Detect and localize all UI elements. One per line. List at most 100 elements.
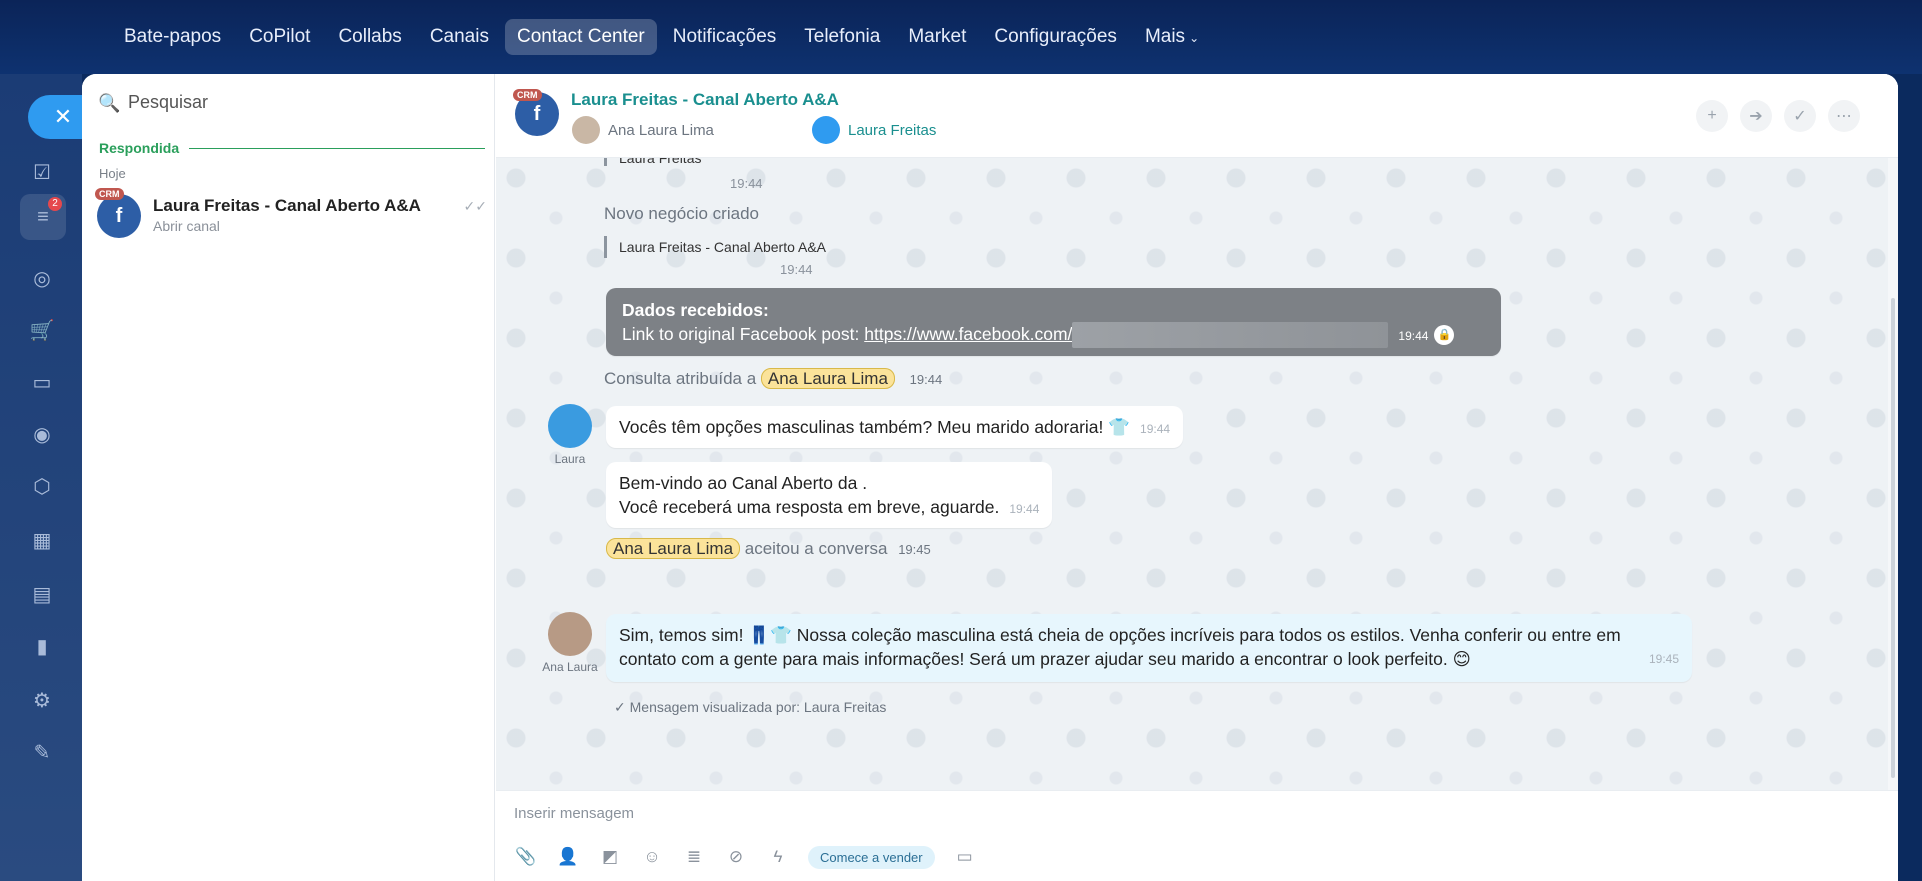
tasks-icon[interactable]: ☑ — [26, 156, 58, 188]
deal-quote[interactable]: Laura Freitas - Canal Aberto A&A — [604, 236, 826, 258]
robot-icon[interactable]: ◉ — [26, 418, 58, 450]
seen-status: ✓ Mensagem visualizada por: Laura Freita… — [614, 699, 886, 716]
section-label: Respondida — [99, 140, 180, 156]
nav-copilot[interactable]: CoPilot — [237, 19, 322, 55]
notification-badge: 2 — [48, 197, 62, 211]
sender-name: Ana Laura — [542, 660, 598, 674]
more-icon[interactable]: ⋯ — [1828, 100, 1860, 132]
member-client[interactable]: Laura Freitas — [812, 116, 936, 144]
crm-badge: CRM — [513, 89, 542, 101]
timestamp: 19:44 — [1398, 329, 1429, 343]
left-rail: ☑ ≡ 2 ◎ 🛒 ▭ ◉ ⬡ ▦ ▤ ▮ ⚙ ✎ — [0, 74, 82, 881]
timestamp: 19:44 — [1140, 422, 1171, 436]
target-icon[interactable]: ◎ — [26, 262, 58, 294]
message-composer: 📎 👤 ◩ ☺ ≣ ⊘ ϟ Comece a vender ▭ — [496, 790, 1898, 881]
assigned-prefix: Consulta atribuída a — [604, 369, 757, 388]
box-icon[interactable]: ⬡ — [26, 470, 58, 502]
screen-icon[interactable]: ▭ — [953, 845, 977, 869]
user-icon[interactable]: 👤 — [556, 845, 580, 869]
form-icon[interactable]: ≣ — [682, 845, 706, 869]
forward-icon[interactable]: ➔ — [1740, 100, 1772, 132]
contact-center-icon[interactable]: ≡ 2 — [20, 194, 66, 240]
sender-name: Laura — [554, 452, 586, 466]
assigned-operator[interactable]: Ana Laura Lima — [760, 368, 895, 389]
data-title: Dados recebidos: — [622, 300, 769, 320]
timestamp: 19:44 — [780, 262, 813, 277]
nav-bate-papos[interactable]: Bate-papos — [112, 19, 233, 55]
nav-market[interactable]: Market — [896, 19, 978, 55]
crm-badge: CRM — [95, 188, 124, 200]
main-nav: Bate-papos CoPilot Collabs Canais Contac… — [112, 19, 1211, 55]
building-icon[interactable]: ▦ — [26, 524, 58, 556]
accepted-text: aceitou a conversa — [744, 539, 888, 558]
message-feed[interactable]: Laura Freitas 19:44 Novo negócio criado … — [496, 158, 1888, 790]
client-avatar[interactable] — [548, 404, 592, 448]
welcome-message: Bem-vindo ao Canal Aberto da . Você rece… — [606, 462, 1053, 528]
check-icon: ✓ — [614, 699, 630, 715]
start-selling-button[interactable]: Comece a vender — [808, 845, 935, 869]
search-bar: 🔍 — [98, 92, 428, 113]
conversation-item[interactable]: f CRM Laura Freitas - Canal Aberto A&A A… — [95, 188, 487, 238]
chat-header: f CRM Laura Freitas - Canal Aberto A&A A… — [496, 74, 1898, 158]
new-deal-label: Novo negócio criado — [604, 204, 759, 223]
facebook-post-link[interactable]: https://www.facebook.com/ — [864, 324, 1072, 344]
agent-avatar[interactable] — [548, 612, 592, 656]
redacted-link-text — [1072, 322, 1389, 349]
message-input[interactable] — [514, 805, 1314, 822]
document-icon[interactable]: ✎ — [26, 736, 58, 768]
timestamp: 19:44 — [1009, 502, 1040, 516]
avatar — [812, 116, 840, 144]
nav-collabs[interactable]: Collabs — [326, 19, 413, 55]
accepted-line: Ana Laura Lima aceitou a conversa 19:45 — [606, 538, 931, 559]
timestamp: 19:45 — [898, 542, 931, 557]
read-check-icon: ✓✓ — [463, 198, 487, 214]
check-circle-icon[interactable]: ✓ — [1784, 100, 1816, 132]
template-icon[interactable]: ◩ — [598, 845, 622, 869]
message-text: Vocês têm opções masculinas também? Meu … — [619, 417, 1131, 437]
message-line: Sim, temos sim! 👖👕 Nossa coleção masculi… — [619, 625, 1621, 645]
chat-area: f CRM Laura Freitas - Canal Aberto A&A A… — [496, 74, 1898, 881]
nav-mais-label: Mais — [1144, 26, 1186, 47]
quoted-text: Laura Freitas — [604, 158, 701, 166]
nav-mais[interactable]: Mais ⌄ — [1133, 19, 1211, 55]
nav-notificacoes[interactable]: Notificações — [661, 19, 789, 55]
lock-icon: 🔒 — [1434, 325, 1455, 346]
chevron-down-icon: ⌄ — [1189, 31, 1200, 45]
hide-icon[interactable]: ⊘ — [724, 845, 748, 869]
nav-configuracoes[interactable]: Configurações — [982, 19, 1129, 55]
client-message: Vocês têm opções masculinas também? Meu … — [606, 406, 1184, 448]
main-panel: 🔍 Respondida Hoje f CRM Laura Freitas - … — [82, 74, 1898, 881]
message-line: Bem-vindo ao Canal Aberto da . — [619, 473, 868, 493]
message-line: Você receberá uma resposta em breve, agu… — [619, 497, 1000, 517]
data-link-prefix: Link to original Facebook post: — [622, 324, 865, 344]
scroll-thumb[interactable] — [1891, 298, 1895, 778]
close-button[interactable]: ✕ — [28, 95, 84, 139]
conversation-list: 🔍 Respondida Hoje f CRM Laura Freitas - … — [82, 74, 495, 881]
timestamp: 19:44 — [909, 372, 943, 387]
data-received-bubble: Dados recebidos: Link to original Facebo… — [606, 288, 1501, 356]
member-operator[interactable]: Ana Laura Lima — [572, 116, 714, 144]
card-icon[interactable]: ▭ — [26, 366, 58, 398]
nav-telefonia[interactable]: Telefonia — [792, 19, 892, 55]
calendar-icon[interactable]: ▤ — [26, 578, 58, 610]
section-divider — [189, 147, 485, 149]
chart-icon[interactable]: ▮ — [26, 630, 58, 662]
emoji-icon[interactable]: ☺ — [640, 845, 664, 869]
search-input[interactable] — [128, 92, 428, 113]
conversation-title: Laura Freitas - Canal Aberto A&A — [153, 196, 421, 215]
settings-icon[interactable]: ⚙ — [26, 684, 58, 716]
timestamp: 19:45 — [1648, 652, 1679, 666]
agent-message: Sim, temos sim! 👖👕 Nossa coleção masculi… — [606, 614, 1692, 682]
cart-icon[interactable]: 🛒 — [26, 314, 58, 346]
nav-contact-center[interactable]: Contact Center — [504, 19, 657, 55]
assigned-line: Consulta atribuída a Ana Laura Lima 19:4… — [604, 368, 943, 389]
scrollbar[interactable] — [1888, 158, 1898, 790]
chat-title[interactable]: Laura Freitas - Canal Aberto A&A — [571, 90, 839, 110]
attach-icon[interactable]: 📎 — [514, 845, 538, 869]
nav-canais[interactable]: Canais — [418, 19, 501, 55]
close-icon: ✕ — [53, 104, 73, 129]
day-label: Hoje — [99, 166, 126, 181]
add-icon[interactable]: + — [1696, 100, 1728, 132]
accepted-operator[interactable]: Ana Laura Lima — [606, 538, 741, 559]
lightning-icon[interactable]: ϟ — [766, 845, 790, 869]
